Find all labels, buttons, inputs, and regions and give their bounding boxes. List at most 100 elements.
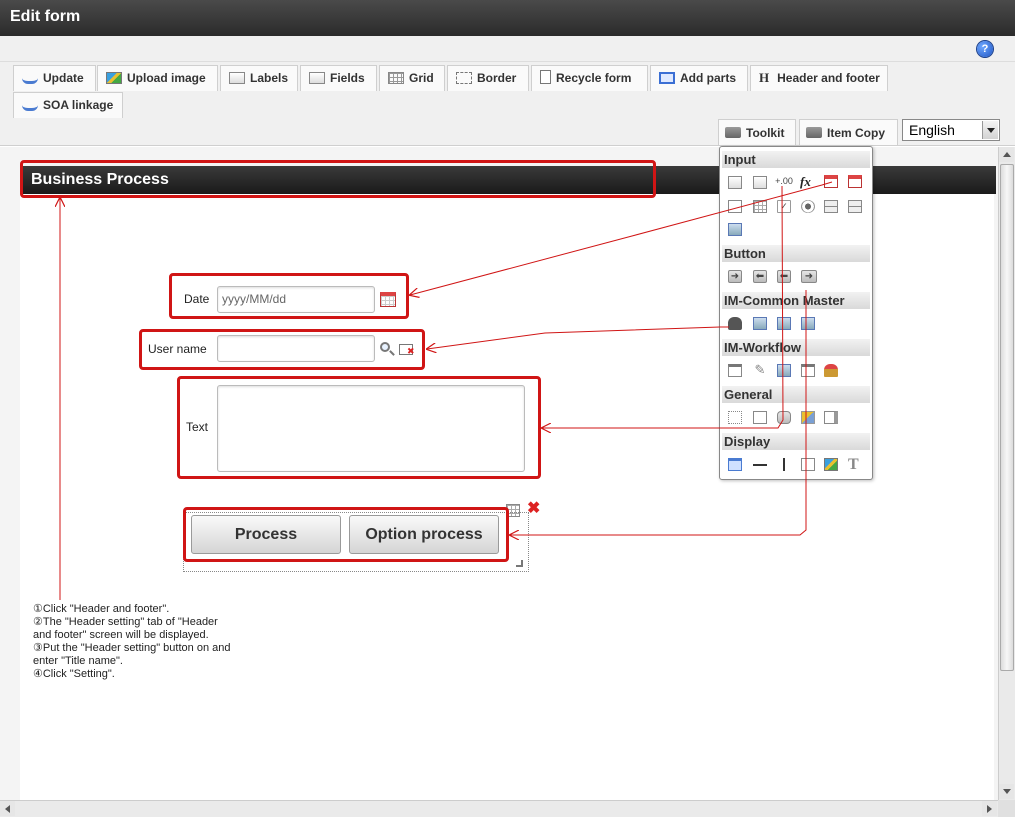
- clipboard-icon[interactable]: [728, 364, 742, 377]
- button-back-icon[interactable]: ⬅: [753, 270, 767, 283]
- annotation-text-box: [177, 376, 541, 479]
- scroll-corner: [998, 800, 1015, 817]
- note-line: ②The "Header setting" tab of "Header: [33, 616, 218, 628]
- spacer-icon[interactable]: [728, 411, 742, 424]
- radio-icon[interactable]: [801, 200, 815, 213]
- tab-label: SOA linkage: [43, 98, 114, 112]
- annotation-buttons-box: [183, 507, 509, 562]
- vertical-line-icon[interactable]: [783, 458, 785, 471]
- tab-border[interactable]: Border: [447, 65, 529, 91]
- tab-fields[interactable]: Fields: [300, 65, 377, 91]
- text-display-icon[interactable]: T: [848, 457, 862, 473]
- tab-label: Grid: [409, 71, 434, 85]
- tab-recycle-form[interactable]: Recycle form: [531, 65, 648, 91]
- briefcase-icon: [725, 127, 741, 138]
- recycle-form-icon: [540, 70, 551, 84]
- text-field-icon[interactable]: [753, 176, 767, 189]
- calendar-icon[interactable]: [824, 175, 838, 188]
- toolkit-section-workflow: IM-Workflow: [722, 339, 870, 356]
- horizontal-scrollbar[interactable]: [0, 800, 998, 817]
- label-field-icon[interactable]: [728, 176, 742, 189]
- tab-label: Add parts: [680, 71, 737, 85]
- document-icon[interactable]: [753, 411, 767, 424]
- resize-handle-icon[interactable]: [516, 560, 523, 567]
- scroll-right-icon[interactable]: [982, 801, 997, 816]
- user-icon[interactable]: [728, 317, 742, 330]
- tab-grid[interactable]: Grid: [379, 65, 445, 91]
- tab-label: Recycle form: [556, 71, 632, 85]
- number-field-icon[interactable]: +.00: [775, 175, 793, 188]
- tab-header-and-footer[interactable]: H Header and footer: [750, 65, 888, 91]
- header-icon[interactable]: [728, 458, 742, 471]
- file-upload-icon[interactable]: [728, 223, 742, 236]
- toolkit-section-general: General: [722, 386, 870, 403]
- tab-upload-image[interactable]: Upload image: [97, 65, 218, 91]
- panel-icon[interactable]: [824, 411, 838, 424]
- delete-icon[interactable]: ✖: [527, 500, 540, 518]
- tab-label: Header and footer: [777, 71, 880, 85]
- tab-add-parts[interactable]: Add parts: [650, 65, 748, 91]
- image-icon[interactable]: [824, 458, 838, 471]
- role-icon[interactable]: [801, 317, 815, 330]
- header-footer-icon: H: [759, 70, 770, 85]
- item-copy-label: Item Copy: [827, 126, 886, 140]
- tab-labels[interactable]: Labels: [220, 65, 298, 91]
- instruction-notes: ①Click "Header and footer". ②The "Header…: [33, 603, 273, 681]
- company-icon[interactable]: [753, 317, 767, 330]
- fields-icon: [309, 72, 325, 84]
- toolkit-label: Toolkit: [746, 126, 785, 140]
- note-line: ④Click "Setting".: [33, 668, 115, 680]
- list-icon[interactable]: [753, 200, 767, 213]
- labels-icon: [229, 72, 245, 84]
- gallery-icon[interactable]: [801, 411, 815, 424]
- tab-update[interactable]: Update: [13, 65, 96, 91]
- stamp-icon[interactable]: [824, 364, 838, 377]
- toolkit-section-button: Button: [722, 245, 870, 262]
- scroll-down-icon[interactable]: [999, 784, 1014, 799]
- toolkit-button[interactable]: Toolkit: [718, 119, 796, 145]
- button-process-icon[interactable]: ➜: [801, 270, 817, 283]
- chevron-down-icon[interactable]: [982, 121, 998, 139]
- soa-linkage-icon: [22, 102, 38, 111]
- grid-icon: [388, 72, 404, 84]
- tab-label: Fields: [330, 71, 365, 85]
- note-line: ①Click "Header and footer".: [33, 603, 170, 615]
- help-icon[interactable]: ?: [977, 41, 993, 57]
- date-range-icon[interactable]: [848, 175, 862, 188]
- add-parts-icon: [659, 72, 675, 84]
- organization-icon[interactable]: [777, 317, 791, 330]
- info-bar: ?: [0, 36, 1015, 62]
- toolkit-section-display: Display: [722, 433, 870, 450]
- horizontal-line-icon[interactable]: [753, 464, 767, 466]
- textarea-icon[interactable]: [728, 200, 742, 213]
- button-return-icon[interactable]: ⬅: [777, 270, 791, 283]
- tab-label: Update: [43, 71, 84, 85]
- language-value: English: [909, 122, 955, 138]
- update-icon: [22, 75, 38, 84]
- vertical-scrollbar[interactable]: [998, 147, 1015, 800]
- tab-soa-linkage[interactable]: SOA linkage: [13, 92, 123, 118]
- checkbox-icon[interactable]: ✓: [777, 200, 791, 213]
- language-select[interactable]: English: [902, 119, 1000, 141]
- tab-label: Border: [477, 71, 517, 85]
- window-icon[interactable]: [777, 364, 791, 377]
- select-icon[interactable]: [824, 200, 838, 213]
- frame-icon[interactable]: [801, 458, 815, 471]
- briefcase-icon: [806, 127, 822, 138]
- button-next-icon[interactable]: ➜: [728, 270, 742, 283]
- camera-icon[interactable]: [777, 411, 791, 424]
- formula-icon[interactable]: fx: [800, 175, 816, 188]
- border-icon: [456, 72, 472, 84]
- scroll-left-icon[interactable]: [0, 801, 15, 816]
- note-line: enter "Title name".: [33, 655, 123, 667]
- history-icon[interactable]: [801, 364, 815, 377]
- tab-label: Upload image: [127, 71, 206, 85]
- scroll-up-icon[interactable]: [999, 147, 1014, 162]
- listbox-icon[interactable]: [848, 200, 862, 213]
- item-copy-button[interactable]: Item Copy: [799, 119, 898, 145]
- vertical-scroll-thumb[interactable]: [1000, 164, 1014, 671]
- upload-image-icon: [106, 72, 122, 84]
- note-line: and footer" screen will be displayed.: [33, 629, 209, 641]
- note-line: ③Put the "Header setting" button on and: [33, 642, 231, 654]
- attachment-icon[interactable]: ✎: [753, 363, 767, 376]
